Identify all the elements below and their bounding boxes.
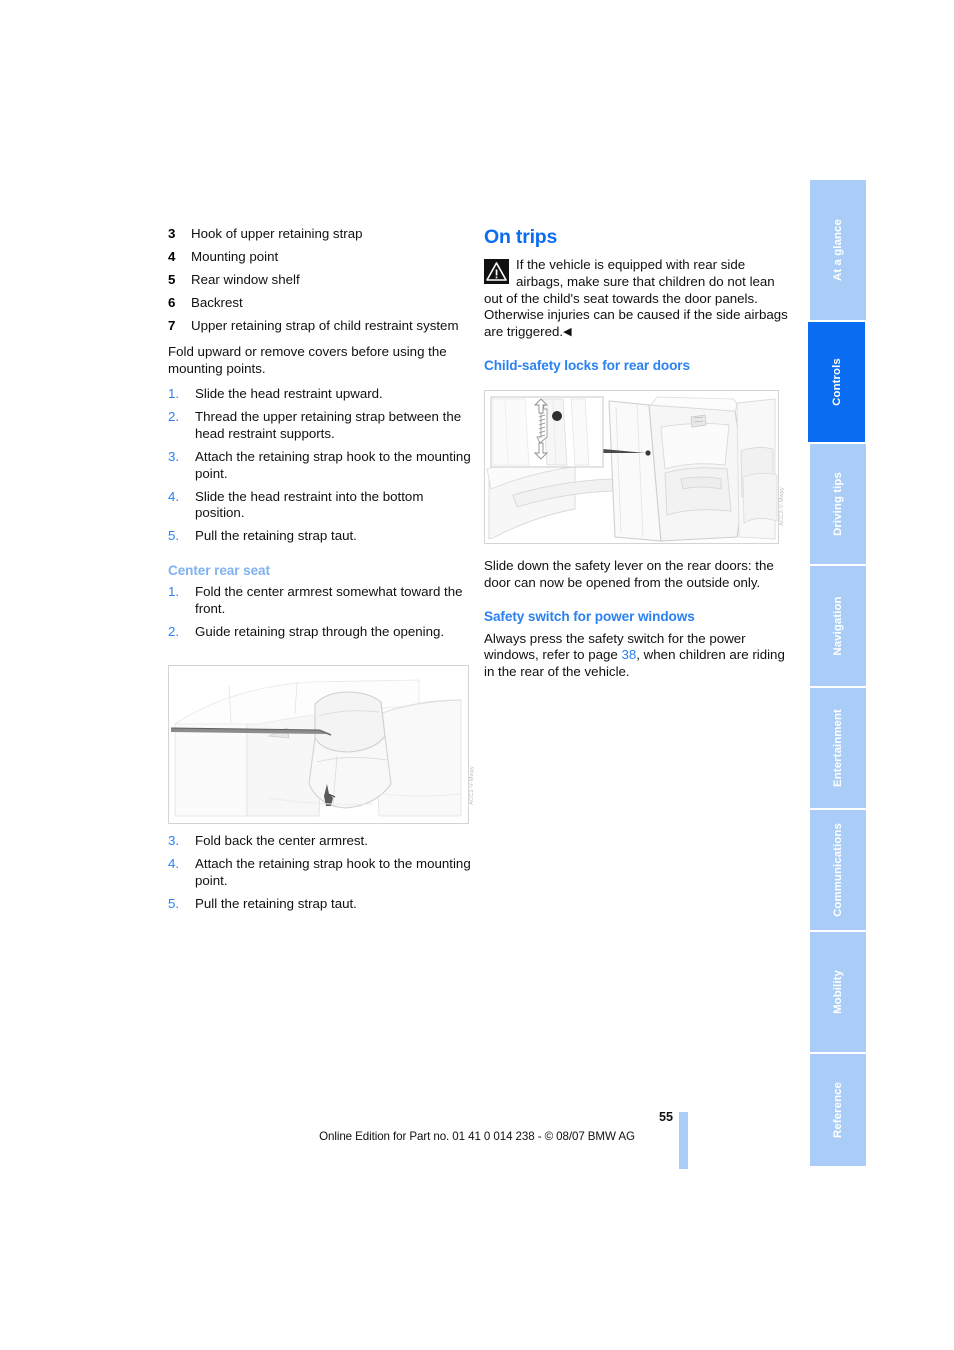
legend-number: 6: [168, 295, 176, 311]
figure-child-safety-lock: [484, 390, 779, 544]
armrest-illustration: [169, 666, 468, 823]
page-number: 55: [658, 1110, 673, 1124]
tab-label: Navigation: [832, 596, 844, 656]
legend-item: 4 Mounting point: [168, 249, 472, 266]
step-text: Slide the head restraint upward.: [195, 386, 383, 402]
procedure-list-center-after: 3. Fold back the center armrest. 4. Atta…: [168, 833, 472, 912]
child-safety-text: Slide down the safety lever on the rear …: [484, 558, 774, 590]
legend-number: 3: [168, 226, 176, 241]
step-text: Attach the retaining strap hook to the m…: [195, 856, 471, 888]
step-number: 5.: [168, 895, 180, 911]
step-number: 4.: [168, 488, 180, 504]
legend-number: 4: [168, 249, 176, 265]
legend-label: Upper retaining strap of child restraint…: [191, 318, 459, 334]
step-text: Fold back the center armrest.: [195, 833, 368, 848]
legend-number: 5: [168, 272, 176, 288]
tab-label: At a glance: [832, 219, 844, 281]
step-text: Thread the upper retaining strap between…: [195, 409, 462, 441]
figure-door-code: ACC2-V-Mwpy: [779, 487, 785, 526]
step-text: Guide retaining strap through the openin…: [195, 623, 445, 639]
step-text: Pull the retaining strap taut.: [195, 528, 357, 544]
legend-label: Rear window shelf: [191, 272, 300, 288]
tab-controls[interactable]: Controls: [808, 322, 865, 442]
section-tab-rail: At a glance Controls Driving tips Naviga…: [808, 180, 866, 1166]
legend-key-list: 3 Hook of upper retaining strap 4 Mounti…: [168, 226, 472, 335]
tab-label: Controls: [830, 358, 843, 406]
tab-mobility[interactable]: Mobility: [810, 932, 866, 1052]
legend-label: Backrest: [191, 295, 243, 311]
tab-navigation[interactable]: Navigation: [810, 566, 866, 686]
footer-imprint: Online Edition for Part no. 01 41 0 014 …: [319, 1130, 635, 1143]
tab-label: Driving tips: [832, 472, 844, 536]
figure-armrest-code: ACC2-V-Mwpy: [469, 766, 475, 805]
step-text: Slide the head restraint into the bottom…: [195, 488, 424, 521]
child-safety-heading: Child-safety locks for rear doors: [484, 358, 690, 374]
legend-item: 5 Rear window shelf: [168, 272, 472, 289]
legend-label: Hook of upper retaining strap: [191, 226, 363, 241]
tab-entertainment[interactable]: Entertainment: [810, 688, 866, 808]
tab-label: Mobility: [832, 970, 844, 1014]
warning-block: If the vehicle is equipped with rear sid…: [484, 257, 788, 340]
warning-triangle-icon: [484, 259, 509, 285]
step-item: 4. Attach the retaining strap hook to th…: [168, 856, 472, 889]
step-item: 5. Pull the retaining strap taut.: [168, 896, 472, 913]
intro-paragraph: Fold upward or remove covers before usin…: [168, 343, 447, 376]
step-item: 3. Attach the retaining strap hook to th…: [168, 449, 472, 482]
tab-communications[interactable]: Communications: [810, 810, 866, 930]
step-item: 1. Slide the head restraint upward.: [168, 386, 472, 403]
manual-page: 3 Hook of upper retaining strap 4 Mounti…: [0, 0, 954, 1350]
step-number: 2.: [168, 409, 180, 425]
left-column-continued: 3. Fold back the center armrest. 4. Atta…: [168, 833, 472, 919]
tab-reference[interactable]: Reference: [810, 1054, 866, 1166]
legend-number: 7: [168, 318, 176, 334]
step-number: 5.: [168, 528, 180, 544]
step-number: 1.: [168, 386, 180, 402]
step-number: 3.: [168, 833, 180, 848]
tab-label: Communications: [832, 823, 844, 917]
center-rear-seat-heading: Center rear seat: [168, 562, 270, 578]
step-item: 2. Guide retaining strap through the ope…: [168, 624, 472, 641]
left-column: 3 Hook of upper retaining strap 4 Mounti…: [168, 226, 472, 647]
step-item: 1. Fold the center armrest somewhat towa…: [168, 584, 472, 617]
step-item: 2. Thread the upper retaining strap betw…: [168, 409, 472, 442]
legend-item: 7 Upper retaining strap of child restrai…: [168, 318, 472, 335]
step-number: 2.: [168, 623, 180, 639]
step-item: 4. Slide the head restraint into the bot…: [168, 489, 472, 522]
step-text: Attach the retaining strap hook to the m…: [195, 448, 471, 481]
page-reference-link[interactable]: 38: [621, 647, 636, 662]
door-illustration: [485, 391, 778, 543]
safety-switch-text: Always press the safety switch for the p…: [484, 631, 788, 681]
procedure-list-center-before: 1. Fold the center armrest somewhat towa…: [168, 584, 472, 640]
legend-item: 6 Backrest: [168, 295, 472, 312]
tab-label: Entertainment: [832, 709, 844, 787]
warning-text: If the vehicle is equipped with rear sid…: [484, 257, 788, 339]
tab-driving-tips[interactable]: Driving tips: [810, 444, 866, 564]
right-column: On trips If the vehicle is equipped with…: [484, 226, 788, 380]
safety-switch-heading: Safety switch for power windows: [484, 609, 695, 625]
step-text: Fold the center armrest somewhat toward …: [195, 584, 463, 616]
step-item: 3. Fold back the center armrest.: [168, 833, 472, 850]
page-title: On trips: [484, 226, 558, 248]
step-item: 5. Pull the retaining strap taut.: [168, 528, 472, 545]
warning-end-marker: ◀: [563, 325, 572, 338]
figure-center-armrest: [168, 665, 469, 824]
step-number: 4.: [168, 856, 180, 872]
right-column-continued: Slide down the safety lever on the rear …: [484, 558, 788, 689]
step-number: 1.: [168, 584, 180, 600]
tab-at-a-glance[interactable]: At a glance: [810, 180, 866, 320]
step-text: Pull the retaining strap taut.: [195, 895, 357, 911]
legend-item: 3 Hook of upper retaining strap: [168, 226, 472, 243]
legend-label: Mounting point: [191, 249, 279, 265]
procedure-list-top: 1. Slide the head restraint upward. 2. T…: [168, 386, 472, 545]
step-number: 3.: [168, 448, 180, 464]
